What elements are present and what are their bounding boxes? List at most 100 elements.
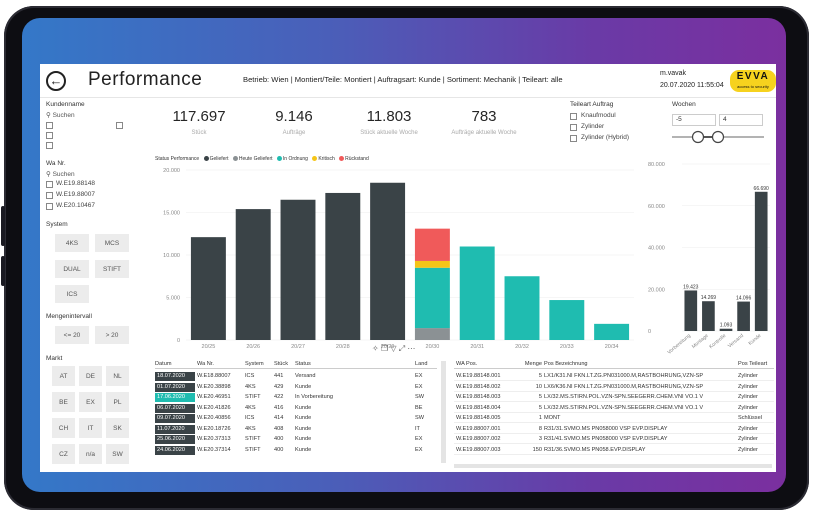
stage-bar[interactable]: [719, 328, 733, 331]
wanr-item[interactable]: W.E19.88007: [56, 191, 95, 198]
wanr-search[interactable]: ⚲ Suchen: [46, 170, 75, 178]
copy-icon[interactable]: ❐: [381, 344, 388, 353]
markt-tile-ch[interactable]: CH: [52, 418, 75, 438]
teileart-checkbox[interactable]: [570, 113, 577, 120]
markt-tile-sk[interactable]: SK: [106, 418, 129, 438]
pin-icon[interactable]: ✧: [372, 344, 379, 353]
column-header[interactable]: WA Pos.: [456, 360, 512, 369]
teileart-option[interactable]: Zylinder: [581, 123, 604, 130]
table-row[interactable]: W.E19.88007.001 8 R31/31.SVMO.MS PN058000 …: [454, 425, 774, 434]
markt-tile-it[interactable]: IT: [79, 418, 102, 438]
bar-in-ordnung[interactable]: [549, 300, 585, 340]
column-header[interactable]: Wa Nr.: [197, 360, 245, 369]
kundenname-checkbox[interactable]: [116, 122, 123, 129]
bar-geliefert[interactable]: [370, 182, 406, 340]
bar-in-ordnung[interactable]: [414, 267, 450, 329]
column-header[interactable]: Pos Teileart: [738, 360, 774, 369]
system-tile-ics[interactable]: ICS: [55, 285, 89, 303]
table-row[interactable]: 01.07.2020 W.E20.38898 4KS 429 Kunde EX: [155, 382, 437, 392]
system-tile-4ks[interactable]: 4KS: [55, 234, 89, 252]
status-performance-chart[interactable]: 0 5.000 10.000 15.000 20.000 20/25 20/26 20/27 2…: [150, 164, 646, 356]
bar-in-ordnung[interactable]: [594, 323, 630, 340]
markt-tile-sw[interactable]: SW: [106, 444, 129, 464]
bar-in-ordnung[interactable]: [459, 246, 495, 341]
kundenname-checkbox[interactable]: [46, 142, 53, 149]
bar-geliefert[interactable]: [325, 192, 361, 340]
teileart-checkbox[interactable]: [570, 124, 577, 131]
column-header[interactable]: Pos Bezeichnung: [544, 360, 736, 369]
markt-tile-na[interactable]: n/a: [79, 444, 102, 464]
table-row[interactable]: 18.07.2020 W.E18.88007 ICS 441 Versand EX: [155, 372, 437, 381]
stage-bar[interactable]: [684, 290, 698, 331]
teileart-checkbox[interactable]: [570, 135, 577, 142]
bar-rückstand[interactable]: [414, 228, 450, 261]
wanr-checkbox[interactable]: [46, 203, 53, 210]
table-row[interactable]: 11.07.2020 W.E20.18726 4KS 408 Kunde IT: [155, 424, 437, 434]
table-row[interactable]: W.E19.88148.002 10 LX6/K36.NI FKN.LT.ZG.PN…: [454, 383, 774, 392]
table-row[interactable]: 25.06.2020 W.E20.37313 STIFT 400 Kunde EX: [155, 435, 437, 444]
column-header[interactable]: Datum: [155, 360, 195, 369]
wanr-item[interactable]: W.E19.88148: [56, 180, 95, 187]
column-header[interactable]: System: [245, 360, 274, 369]
kundenname-search[interactable]: ⚲ Suchen: [46, 111, 75, 119]
table-row[interactable]: W.E19.88148.003 5 LX/32.MS.STIRN.POL.VZN-S…: [454, 393, 774, 402]
system-tile-dual[interactable]: DUAL: [55, 260, 89, 278]
wanr-item[interactable]: W.E20.10467: [56, 202, 95, 209]
filter-icon[interactable]: ▽: [390, 344, 396, 353]
table-row[interactable]: W.E19.88148.004 5 LX/32.MS.STIRN.POL.VZN-S…: [454, 404, 774, 413]
menge-tile-large[interactable]: > 20: [95, 326, 129, 344]
wanr-checkbox[interactable]: [46, 181, 53, 188]
table-row[interactable]: W.E19.88148.001 5 LX1/K31.NI FKN.LT.ZG.PN0…: [454, 372, 774, 381]
table-cell: 18.07.2020: [155, 372, 195, 381]
wochen-to-input[interactable]: 4: [719, 114, 763, 126]
orders-scrollbar[interactable]: [441, 361, 446, 463]
kundenname-checkbox[interactable]: [46, 132, 53, 139]
wochen-from-input[interactable]: -5: [672, 114, 716, 126]
table-row[interactable]: 09.07.2020 W.E20.40856 ICS 414 Kunde SW: [155, 414, 437, 423]
markt-tile-cz[interactable]: CZ: [52, 444, 75, 464]
table-cell: 1: [538, 415, 542, 421]
wochen-slider-handle-from[interactable]: [691, 130, 705, 144]
column-header[interactable]: Status: [295, 360, 415, 369]
kpi-auftraege-value: 9.146: [275, 108, 313, 125]
wochen-slider[interactable]: [672, 130, 764, 144]
markt-tile-nl[interactable]: NL: [106, 366, 129, 386]
bar-geliefert[interactable]: [190, 237, 226, 340]
kundenname-checkbox[interactable]: [46, 122, 53, 129]
bar-geliefert[interactable]: [280, 199, 316, 340]
table-cell: 24.06.2020: [155, 445, 195, 455]
more-icon[interactable]: ⋯: [407, 344, 415, 353]
teileart-option[interactable]: Knaufmodul: [581, 112, 616, 119]
table-row[interactable]: 24.06.2020 W.E20.37314 STIFT 400 Kunde EX: [155, 445, 437, 455]
focus-icon[interactable]: ⤢: [399, 344, 405, 353]
table-row[interactable]: W.E19.88007.002 3 R31/41.SVMO.MS PN058000 …: [454, 435, 774, 444]
bar-kritisch[interactable]: [414, 260, 450, 268]
stage-bar[interactable]: [702, 301, 715, 331]
process-stage-chart[interactable]: 0 20.000 40.000 60.000 80.000 19.423 Vorbereit…: [646, 156, 774, 362]
markt-tile-be[interactable]: BE: [52, 392, 75, 412]
wochen-slider-handle-to[interactable]: [711, 130, 725, 144]
teileart-option[interactable]: Zylinder (Hybrid): [581, 134, 629, 141]
column-header[interactable]: Stück: [274, 360, 295, 369]
system-tile-mcs[interactable]: MCS: [95, 234, 129, 252]
bar-in-ordnung[interactable]: [504, 276, 540, 340]
positions-scrollbar[interactable]: [454, 464, 772, 468]
table-row[interactable]: W.E19.88148.005 1 MONT Schlüssel: [454, 414, 774, 423]
markt-tile-at[interactable]: AT: [52, 366, 75, 386]
stage-bar[interactable]: [754, 191, 768, 331]
markt-tile-pl[interactable]: PL: [106, 392, 129, 412]
stage-bar[interactable]: [737, 301, 750, 331]
column-header[interactable]: Menge: [514, 360, 542, 369]
bar-heute-geliefert[interactable]: [414, 328, 450, 340]
column-header[interactable]: Land: [415, 360, 437, 369]
wanr-checkbox[interactable]: [46, 192, 53, 199]
bar-geliefert[interactable]: [235, 209, 271, 340]
table-row[interactable]: W.E19.88007.003 150 R31/36.SVMO.MS PN058.E…: [454, 446, 774, 455]
menge-tile-small[interactable]: <= 20: [55, 326, 89, 344]
system-tile-stift[interactable]: STIFT: [95, 260, 129, 278]
back-arrow-icon[interactable]: ←: [46, 71, 66, 91]
markt-tile-de[interactable]: DE: [79, 366, 102, 386]
markt-tile-ex[interactable]: EX: [79, 392, 102, 412]
table-row[interactable]: 17.06.2020 W.E20.46951 STIFT 422 In Vorberei…: [155, 393, 437, 402]
table-row[interactable]: 06.07.2020 W.E20.41826 4KS 416 Kunde BE: [155, 403, 437, 413]
